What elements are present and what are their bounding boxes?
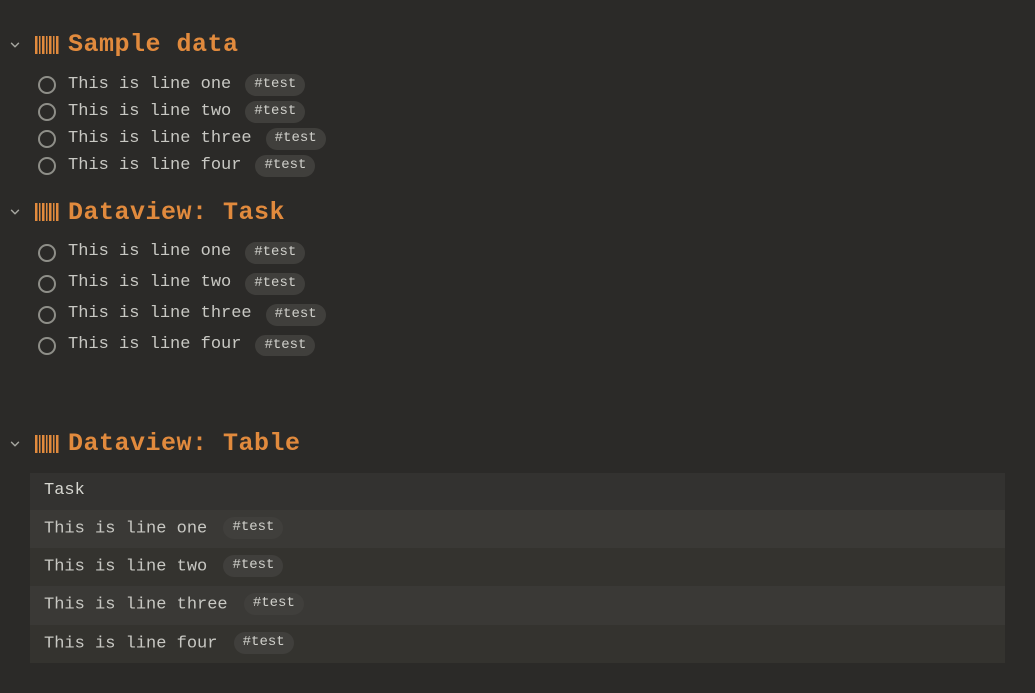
task-item[interactable]: This is line four #test — [38, 155, 1035, 178]
task-list-sample: This is line one #test This is line two … — [0, 74, 1035, 178]
tag[interactable]: #test — [255, 155, 315, 177]
dataview-table: Task This is line one #test This is line… — [30, 473, 1005, 663]
tag[interactable]: #test — [266, 128, 326, 150]
tag[interactable]: #test — [245, 273, 305, 295]
task-text: This is line three — [68, 303, 252, 326]
task-item[interactable]: This is line two #test — [38, 272, 1035, 295]
table-row[interactable]: This is line three #test — [30, 586, 1005, 624]
tag[interactable]: #test — [223, 555, 283, 577]
table-cell-text: This is line four — [44, 634, 217, 653]
heading-sample[interactable]: Sample data — [68, 28, 239, 62]
unchecked-circle-icon[interactable] — [38, 306, 56, 324]
unchecked-circle-icon[interactable] — [38, 103, 56, 121]
tag[interactable]: #test — [245, 74, 305, 96]
chevron-down-icon[interactable] — [6, 437, 24, 451]
table-row[interactable]: This is line four #test — [30, 625, 1005, 663]
table-wrap: Task This is line one #test This is line… — [30, 473, 1005, 663]
task-text: This is line three — [68, 128, 252, 151]
heading-row-task[interactable]: Dataview: Task — [0, 196, 1035, 230]
task-text: This is line one — [68, 241, 231, 264]
table-row[interactable]: This is line two #test — [30, 548, 1005, 586]
task-list-dataview: This is line one #test This is line two … — [0, 241, 1035, 357]
chevron-down-icon[interactable] — [6, 38, 24, 52]
unchecked-circle-icon[interactable] — [38, 157, 56, 175]
unchecked-circle-icon[interactable] — [38, 130, 56, 148]
heading-task[interactable]: Dataview: Task — [68, 196, 285, 230]
tag[interactable]: #test — [245, 242, 305, 264]
unchecked-circle-icon[interactable] — [38, 244, 56, 262]
table-row[interactable]: This is line one #test — [30, 510, 1005, 548]
heading-table[interactable]: Dataview: Table — [68, 427, 301, 461]
tag[interactable]: #test — [244, 593, 304, 615]
section-dataview-table: Dataview: Table Task This is line one #t… — [0, 427, 1035, 663]
task-text: This is line two — [68, 272, 231, 295]
table-cell-text: This is line three — [44, 596, 228, 615]
task-text: This is line one — [68, 74, 231, 97]
task-item[interactable]: This is line two #test — [38, 101, 1035, 124]
task-item[interactable]: This is line three #test — [38, 128, 1035, 151]
unchecked-circle-icon[interactable] — [38, 275, 56, 293]
task-text: This is line two — [68, 101, 231, 124]
task-item[interactable]: This is line one #test — [38, 74, 1035, 97]
unchecked-circle-icon[interactable] — [38, 76, 56, 94]
task-item[interactable]: This is line one #test — [38, 241, 1035, 264]
tag[interactable]: #test — [223, 517, 283, 539]
unchecked-circle-icon[interactable] — [38, 337, 56, 355]
heading-marker-icon — [34, 201, 62, 223]
table-header-task[interactable]: Task — [30, 473, 1005, 510]
task-text: This is line four — [68, 155, 241, 178]
table-cell-text: This is line two — [44, 558, 207, 577]
heading-row-sample[interactable]: Sample data — [0, 28, 1035, 62]
heading-row-table[interactable]: Dataview: Table — [0, 427, 1035, 461]
page: Sample data This is line one #test This … — [0, 0, 1035, 693]
tag[interactable]: #test — [234, 632, 294, 654]
task-item[interactable]: This is line four #test — [38, 334, 1035, 357]
tag[interactable]: #test — [255, 335, 315, 357]
heading-marker-icon — [34, 433, 62, 455]
section-sample-data: Sample data This is line one #test This … — [0, 28, 1035, 178]
heading-marker-icon — [34, 34, 62, 56]
chevron-down-icon[interactable] — [6, 205, 24, 219]
tag[interactable]: #test — [266, 304, 326, 326]
task-item[interactable]: This is line three #test — [38, 303, 1035, 326]
table-cell-text: This is line one — [44, 519, 207, 538]
section-dataview-task: Dataview: Task This is line one #test Th… — [0, 196, 1035, 358]
task-text: This is line four — [68, 334, 241, 357]
tag[interactable]: #test — [245, 101, 305, 123]
